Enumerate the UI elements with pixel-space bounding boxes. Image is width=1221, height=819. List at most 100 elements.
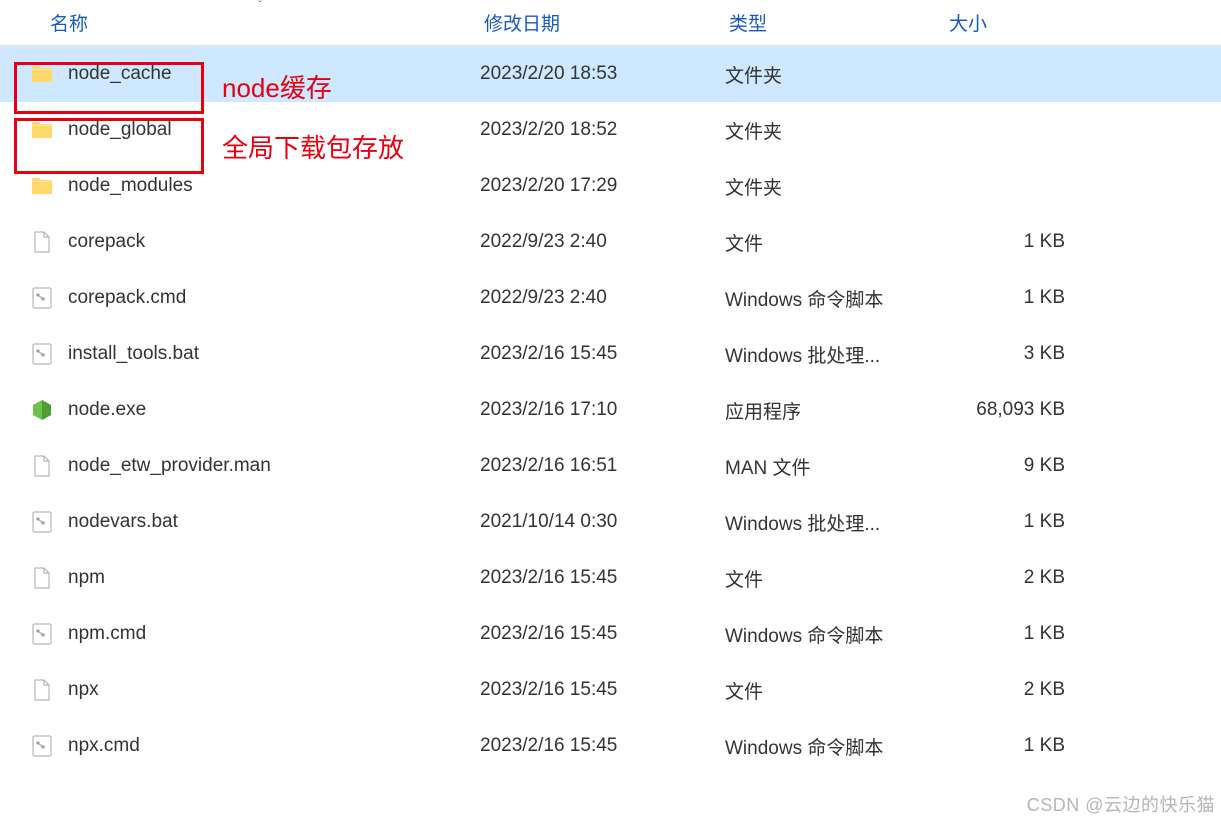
file-row[interactable]: nodevars.bat2021/10/14 0:30Windows 批处理..…: [0, 494, 1221, 550]
file-name: node_modules: [68, 175, 193, 197]
sort-indicator-icon: ˇ: [258, 0, 262, 12]
file-type: Windows 命令脚本: [725, 621, 945, 648]
column-header-name[interactable]: 名称: [0, 9, 480, 36]
script-icon: [30, 342, 54, 366]
column-header-row: ˇ 名称 修改日期 类型 大小: [0, 0, 1221, 46]
script-icon: [30, 286, 54, 310]
file-type: 文件夹: [725, 61, 945, 88]
file-size: 2 KB: [945, 679, 1083, 701]
file-name: corepack: [68, 231, 145, 253]
file-name: node.exe: [68, 399, 146, 421]
file-name: node_cache: [68, 63, 172, 85]
file-date: 2023/2/20 17:29: [480, 175, 725, 197]
watermark-text: CSDN @云边的快乐猫: [1027, 791, 1215, 817]
file-row[interactable]: install_tools.bat2023/2/16 15:45Windows …: [0, 326, 1221, 382]
file-date: 2023/2/16 15:45: [480, 735, 725, 757]
folder-icon: [30, 118, 54, 142]
folder-icon: [30, 174, 54, 198]
file-list: node_cache2023/2/20 18:53文件夹node_global2…: [0, 46, 1221, 774]
file-row[interactable]: node_etw_provider.man 2023/2/16 16:51MAN …: [0, 438, 1221, 494]
file-type: 文件夹: [725, 173, 945, 200]
file-date: 2023/2/20 18:53: [480, 63, 725, 85]
file-icon: [30, 678, 54, 702]
name-cell: npm.cmd: [0, 622, 480, 646]
file-name: nodevars.bat: [68, 511, 178, 533]
file-type: 文件: [725, 229, 945, 256]
file-date: 2023/2/16 15:45: [480, 567, 725, 589]
file-row[interactable]: corepack.cmd2022/9/23 2:40Windows 命令脚本1 …: [0, 270, 1221, 326]
file-date: 2022/9/23 2:40: [480, 231, 725, 253]
script-icon: [30, 734, 54, 758]
file-date: 2023/2/16 15:45: [480, 623, 725, 645]
script-icon: [30, 342, 54, 366]
file-size: 68,093 KB: [945, 399, 1083, 421]
file-type: Windows 批处理...: [725, 341, 945, 368]
name-cell: install_tools.bat: [0, 342, 480, 366]
file-type: Windows 命令脚本: [725, 285, 945, 312]
folder-icon: [30, 174, 54, 198]
name-cell: npx: [0, 678, 480, 702]
script-icon: [30, 510, 54, 534]
file-size: 2 KB: [945, 567, 1083, 589]
name-cell: node_cache: [0, 62, 480, 86]
column-header-date[interactable]: 修改日期: [480, 9, 725, 36]
file-name: npx.cmd: [68, 735, 140, 757]
name-cell: npx.cmd: [0, 734, 480, 758]
script-icon: [30, 286, 54, 310]
folder-icon: [30, 62, 54, 86]
file-date: 2022/9/23 2:40: [480, 287, 725, 309]
file-row[interactable]: npx.cmd2023/2/16 15:45Windows 命令脚本1 KB: [0, 718, 1221, 774]
folder-icon: [30, 62, 54, 86]
file-date: 2023/2/16 17:10: [480, 399, 725, 421]
file-row[interactable]: node_modules 2023/2/20 17:29文件夹: [0, 158, 1221, 214]
script-icon: [30, 510, 54, 534]
file-size: 1 KB: [945, 735, 1083, 757]
file-row[interactable]: npm 2023/2/16 15:45文件2 KB: [0, 550, 1221, 606]
file-type: MAN 文件: [725, 453, 945, 480]
file-name: node_etw_provider.man: [68, 455, 271, 477]
folder-icon: [30, 118, 54, 142]
file-size: 3 KB: [945, 343, 1083, 365]
file-name: npx: [68, 679, 99, 701]
name-cell: corepack.cmd: [0, 286, 480, 310]
node-icon: [30, 398, 54, 422]
name-cell: node_global: [0, 118, 480, 142]
name-cell: npm: [0, 566, 480, 590]
script-icon: [30, 622, 54, 646]
file-size: 9 KB: [945, 455, 1083, 477]
file-row[interactable]: npx 2023/2/16 15:45文件2 KB: [0, 662, 1221, 718]
file-type: Windows 批处理...: [725, 509, 945, 536]
file-date: 2023/2/16 16:51: [480, 455, 725, 477]
file-row[interactable]: node_cache 2023/2/20 18:53文件夹: [0, 46, 1221, 102]
file-date: 2023/2/16 15:45: [480, 679, 725, 701]
file-name: install_tools.bat: [68, 343, 199, 365]
node-icon: [30, 398, 54, 422]
script-icon: [30, 734, 54, 758]
name-cell: nodevars.bat: [0, 510, 480, 534]
name-cell: node_modules: [0, 174, 480, 198]
file-size: 1 KB: [945, 623, 1083, 645]
file-row[interactable]: npm.cmd 2023/2/16 15:45Windows 命令脚本1 KB: [0, 606, 1221, 662]
file-date: 2023/2/20 18:52: [480, 119, 725, 141]
name-cell: node.exe: [0, 398, 480, 422]
column-header-size[interactable]: 大小: [945, 9, 1083, 36]
file-type: 文件夹: [725, 117, 945, 144]
file-row[interactable]: node_global 2023/2/20 18:52文件夹: [0, 102, 1221, 158]
file-icon: [30, 566, 54, 590]
file-icon: [30, 454, 54, 478]
file-size: 1 KB: [945, 287, 1083, 309]
name-cell: corepack: [0, 230, 480, 254]
script-icon: [30, 622, 54, 646]
file-type: 文件: [725, 677, 945, 704]
file-type: 文件: [725, 565, 945, 592]
file-name: npm.cmd: [68, 623, 146, 645]
file-icon: [30, 230, 54, 254]
column-header-type[interactable]: 类型: [725, 9, 945, 36]
file-name: node_global: [68, 119, 172, 141]
file-name: npm: [68, 567, 105, 589]
file-icon: [30, 454, 54, 478]
file-row[interactable]: node.exe 2023/2/16 17:10应用程序68,093 KB: [0, 382, 1221, 438]
file-row[interactable]: corepack2022/9/23 2:40文件1 KB: [0, 214, 1221, 270]
file-type: 应用程序: [725, 397, 945, 424]
file-icon: [30, 678, 54, 702]
